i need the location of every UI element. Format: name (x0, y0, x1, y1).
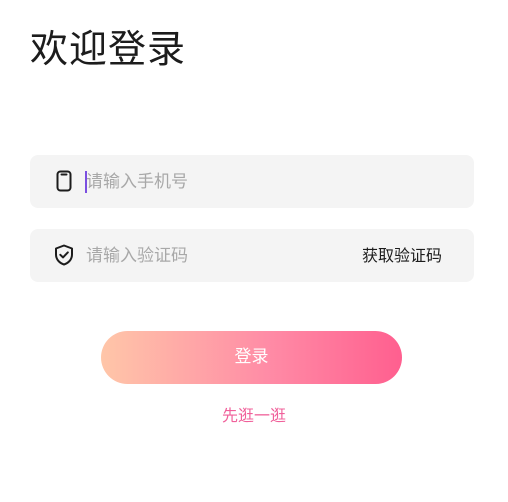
phone-icon (52, 169, 76, 193)
verification-code-input[interactable] (86, 229, 346, 282)
login-page: 欢迎登录 获取验证码 登录 先逛一逛 (0, 0, 508, 502)
phone-field[interactable] (30, 155, 474, 208)
login-button[interactable]: 登录 (101, 331, 402, 384)
get-code-button[interactable]: 获取验证码 (362, 229, 442, 282)
shield-check-icon (52, 243, 76, 267)
text-cursor (85, 171, 87, 193)
verification-code-field[interactable]: 获取验证码 (30, 229, 474, 282)
page-title: 欢迎登录 (30, 27, 187, 71)
browse-link[interactable]: 先逛一逛 (0, 405, 508, 427)
phone-input[interactable] (86, 155, 346, 208)
